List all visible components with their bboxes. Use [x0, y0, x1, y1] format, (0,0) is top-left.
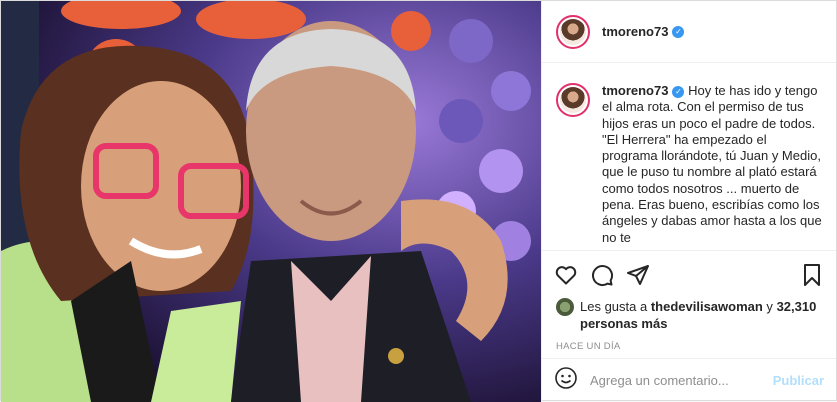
post-timestamp[interactable]: HACE UN DÍA: [542, 334, 836, 358]
author-username[interactable]: tmoreno73: [602, 24, 668, 39]
caption-avatar[interactable]: [556, 83, 590, 117]
instagram-post: tmoreno73 ✓ tmoreno73 ✓ Hoy te has ido y …: [0, 0, 837, 402]
caption-body: Hoy te has ido y tengo el alma rota. Con…: [602, 83, 822, 245]
post-header: tmoreno73 ✓: [542, 1, 836, 63]
likes-summary: Les gusta a thedevilisawoman y 32,310 pe…: [542, 298, 836, 334]
comment-input[interactable]: [590, 373, 773, 388]
publish-button[interactable]: Publicar: [773, 373, 824, 388]
comment-bar: Publicar: [542, 358, 836, 402]
caption-text: tmoreno73 ✓ Hoy te has ido y tengo el alm…: [602, 83, 822, 250]
caption-block: tmoreno73 ✓ Hoy te has ido y tengo el alm…: [542, 63, 836, 250]
share-icon[interactable]: [626, 263, 650, 287]
likes-text: Les gusta a thedevilisawoman y 32,310 pe…: [580, 299, 817, 331]
post-photo-image: [1, 1, 541, 402]
bookmark-icon[interactable]: [800, 263, 824, 287]
emoji-icon[interactable]: [554, 366, 578, 395]
verified-badge-icon: ✓: [672, 25, 685, 38]
post-sidebar: tmoreno73 ✓ tmoreno73 ✓ Hoy te has ido y …: [541, 1, 836, 402]
liker-avatar[interactable]: [556, 298, 574, 316]
verified-badge-icon: ✓: [672, 85, 685, 98]
caption-username[interactable]: tmoreno73: [602, 83, 668, 98]
liker-username[interactable]: thedevilisawoman: [651, 299, 763, 314]
heart-icon[interactable]: [554, 263, 578, 287]
post-photo[interactable]: [1, 1, 541, 402]
author-avatar[interactable]: [556, 14, 590, 49]
action-bar: [542, 250, 836, 298]
comment-icon[interactable]: [590, 263, 614, 287]
